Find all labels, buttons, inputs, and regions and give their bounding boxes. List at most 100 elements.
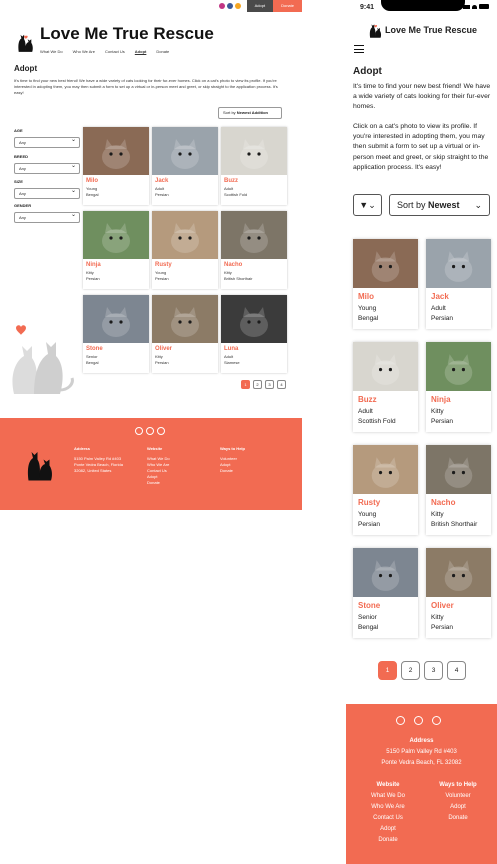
cat-card[interactable]: Oliver Kitty Persian [152, 295, 218, 373]
site-title[interactable]: Love Me True Rescue [40, 24, 214, 44]
cat-name[interactable]: Rusty [358, 498, 418, 507]
cat-name[interactable]: Stone [86, 346, 149, 352]
cat-card[interactable]: Milo Young Bengal [83, 127, 149, 205]
instagram-icon[interactable] [218, 3, 225, 9]
cat-card[interactable]: Oliver Kitty Persian [426, 548, 491, 638]
cat-photo[interactable] [83, 211, 149, 259]
footer-instagram-icon[interactable] [135, 427, 143, 435]
cat-name[interactable]: Milo [86, 178, 149, 184]
cat-photo[interactable] [353, 342, 418, 391]
footer-link[interactable]: Who We Are [360, 802, 416, 813]
nav-who-we-are[interactable]: Who We Are [73, 49, 95, 54]
cat-name[interactable]: Oliver [155, 346, 218, 352]
cat-name[interactable]: Buzz [224, 178, 287, 184]
cat-card[interactable]: Jack Adult Persian [152, 127, 218, 205]
cat-photo[interactable] [152, 295, 218, 343]
page-button[interactable]: 2 [401, 661, 420, 680]
petfinder-icon[interactable] [234, 3, 241, 9]
logo-cats-icon[interactable] [368, 22, 382, 38]
cat-card[interactable]: Ninja Kitty Persian [83, 211, 149, 289]
nav-donate[interactable]: Donate [156, 49, 169, 54]
cat-name[interactable]: Jack [155, 178, 218, 184]
footer-instagram-icon[interactable] [432, 716, 441, 725]
facebook-icon[interactable] [226, 3, 233, 9]
nav-what-we-do[interactable]: What We Do [40, 49, 63, 54]
filter-toggle-button[interactable]: ▼⌄ [353, 194, 382, 216]
cat-photo[interactable] [353, 548, 418, 597]
footer-link[interactable]: Donate [360, 835, 416, 846]
footer-petfinder-icon[interactable] [157, 427, 165, 435]
cat-card[interactable]: Rusty Young Persian [152, 211, 218, 289]
intro-text: It's time to find your new best friend! … [14, 78, 278, 95]
site-title[interactable]: Love Me True Rescue [385, 25, 477, 35]
footer-link[interactable]: Donate [430, 813, 486, 824]
footer-petfinder-icon[interactable] [396, 716, 405, 725]
cat-photo[interactable] [83, 295, 149, 343]
filter-gender-select[interactable]: Any [14, 211, 80, 223]
logo-cats-icon[interactable] [16, 32, 34, 52]
cat-photo[interactable] [152, 211, 218, 259]
footer-link[interactable]: Donate [147, 480, 170, 486]
footer-link[interactable]: What We Do [360, 791, 416, 802]
cat-photo[interactable] [426, 342, 491, 391]
footer-link[interactable]: Donate [220, 468, 245, 474]
cat-card[interactable]: Luna Adult Siamese [221, 295, 287, 373]
cat-card[interactable]: Stone Senior Bengal [83, 295, 149, 373]
nav-contact-us[interactable]: Contact Us [105, 49, 125, 54]
sort-dropdown[interactable]: Sort by Newest Addition [218, 107, 282, 119]
cat-card[interactable]: Buzz Adult Scottish Fold [221, 127, 287, 205]
page-button[interactable]: 4 [277, 380, 286, 389]
topbar-donate-button[interactable]: Donate [273, 0, 302, 12]
footer-facebook-icon[interactable] [146, 427, 154, 435]
cat-name[interactable]: Nacho [224, 262, 287, 268]
cat-photo[interactable] [353, 239, 418, 288]
filter-breed-select[interactable]: Any [14, 162, 80, 174]
cat-name[interactable]: Buzz [358, 395, 418, 404]
footer-link[interactable]: Volunteer [430, 791, 486, 802]
footer-link[interactable]: Adopt [430, 802, 486, 813]
cat-name[interactable]: Ninja [86, 262, 149, 268]
filter-size-select[interactable]: Any [14, 187, 80, 199]
footer-link[interactable]: Adopt [360, 824, 416, 835]
cat-photo[interactable] [221, 295, 287, 343]
nav-adopt[interactable]: Adopt [135, 49, 147, 54]
cat-card[interactable]: Buzz Adult Scottish Fold [353, 342, 418, 432]
cat-photo[interactable] [353, 445, 418, 494]
hamburger-menu-icon[interactable] [354, 45, 364, 53]
cat-name[interactable]: Nacho [431, 498, 491, 507]
cat-name[interactable]: Jack [431, 292, 491, 301]
cat-photo[interactable] [221, 127, 287, 175]
cat-photo[interactable] [83, 127, 149, 175]
cat-name[interactable]: Rusty [155, 262, 218, 268]
cat-photo[interactable] [426, 548, 491, 597]
sort-dropdown[interactable]: Sort by Newest ⌄ [389, 194, 490, 216]
cat-card[interactable]: Jack Adult Persian [426, 239, 491, 329]
footer-help: Ways to Help Volunteer Adopt Donate [430, 780, 486, 824]
cat-name[interactable]: Luna [224, 346, 287, 352]
cat-name[interactable]: Ninja [431, 395, 491, 404]
cat-photo[interactable] [426, 239, 491, 288]
cat-photo[interactable] [152, 127, 218, 175]
footer-facebook-icon[interactable] [414, 716, 423, 725]
page-button[interactable]: 1 [378, 661, 397, 680]
cat-card[interactable]: Ninja Kitty Persian [426, 342, 491, 432]
cat-card[interactable]: Milo Young Bengal [353, 239, 418, 329]
cat-card[interactable]: Rusty Young Persian [353, 445, 418, 535]
footer-help-title: Ways to Help [439, 782, 477, 788]
cat-card[interactable]: Stone Senior Bengal [353, 548, 418, 638]
page-button[interactable]: 4 [447, 661, 466, 680]
footer-link[interactable]: Contact Us [360, 813, 416, 824]
page-button[interactable]: 1 [241, 380, 250, 389]
cat-card[interactable]: Nacho Kitty British Shorthair [426, 445, 491, 535]
cat-photo[interactable] [426, 445, 491, 494]
cat-name[interactable]: Milo [358, 292, 418, 301]
cat-card[interactable]: Nacho Kitty British Shorthair [221, 211, 287, 289]
cat-name[interactable]: Oliver [431, 601, 491, 610]
page-button[interactable]: 2 [253, 380, 262, 389]
topbar-adopt-button[interactable]: Adopt [246, 0, 274, 12]
page-button[interactable]: 3 [265, 380, 274, 389]
cat-photo[interactable] [221, 211, 287, 259]
cat-name[interactable]: Stone [358, 601, 418, 610]
filter-age-select[interactable]: Any [14, 136, 80, 148]
page-button[interactable]: 3 [424, 661, 443, 680]
